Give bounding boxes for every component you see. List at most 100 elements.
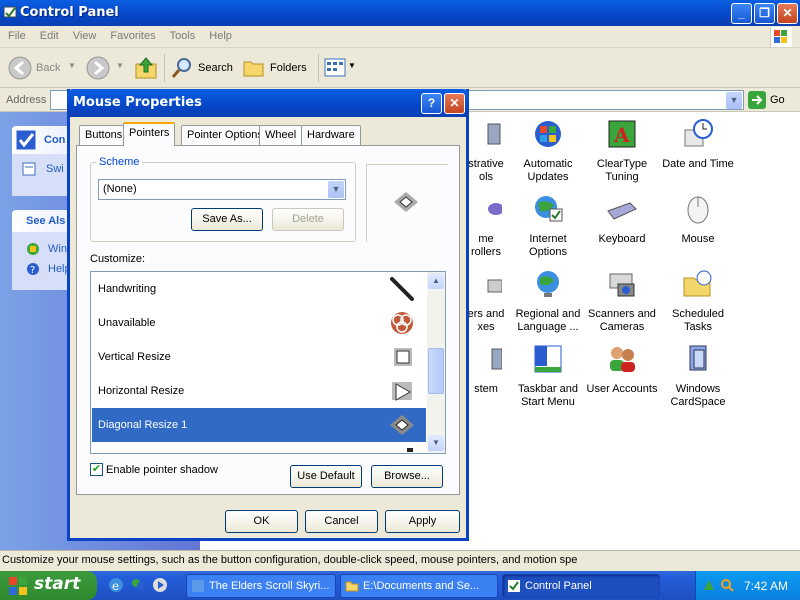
date-time-item[interactable]: Date and Time	[658, 118, 738, 171]
switch-view-link[interactable]: Swi	[46, 163, 64, 175]
tray-network-icon[interactable]	[702, 578, 716, 592]
automatic-updates-item[interactable]: Automatic Updates	[508, 118, 588, 184]
svg-text:?: ?	[30, 265, 35, 276]
use-default-button[interactable]: Use Default	[290, 465, 362, 488]
tab-pointers[interactable]: Pointers	[123, 122, 176, 146]
tray-search-icon[interactable]	[720, 578, 734, 592]
windows-update-link[interactable]: Win	[48, 243, 67, 255]
maximize-button[interactable]: ❐	[754, 3, 775, 24]
menu-edit[interactable]: Edit	[32, 26, 65, 42]
scroll-up-icon[interactable]: ▲	[428, 273, 444, 289]
status-bar: Customize your mouse settings, such as t…	[0, 550, 800, 571]
views-button[interactable]: ▼	[324, 58, 356, 78]
menu-tools[interactable]: Tools	[162, 26, 202, 42]
pointer-row-handwriting[interactable]: Handwriting	[92, 272, 426, 306]
pointer-row-horizontal-resize[interactable]: Horizontal Resize	[92, 374, 426, 408]
pointer-row-vertical-resize[interactable]: Vertical Resize	[92, 340, 426, 374]
scheduled-tasks-item[interactable]: Scheduled Tasks	[658, 268, 738, 334]
automatic-updates-icon	[535, 121, 561, 147]
forward-dropdown-icon[interactable]: ▼	[116, 61, 124, 70]
admin-tools-icon	[487, 123, 501, 145]
pointer-list[interactable]: Handwriting Unavailable Vertical Resize …	[90, 271, 446, 454]
media-player-quicklaunch-icon[interactable]	[152, 577, 168, 593]
taskbar-start-menu-item[interactable]: Taskbar and Start Menu	[508, 343, 588, 409]
cleartype-tuning-item[interactable]: A ClearType Tuning	[582, 118, 662, 184]
regional-language-item[interactable]: Regional and Language ...	[508, 268, 588, 334]
status-text: Customize your mouse settings, such as t…	[2, 554, 578, 566]
scroll-thumb[interactable]	[428, 348, 444, 394]
menu-file[interactable]: File	[0, 26, 32, 42]
browse-button[interactable]: Browse...	[371, 465, 443, 488]
tab-pointer-options-label: Pointer Options	[187, 129, 263, 141]
windows-update-icon	[27, 243, 39, 255]
cancel-button[interactable]: Cancel	[305, 510, 378, 533]
messenger-quicklaunch-icon[interactable]	[130, 577, 146, 593]
close-button[interactable]: ✕	[777, 3, 798, 24]
mouse-label: Mouse	[681, 233, 715, 245]
scanners-cameras-item[interactable]: Scanners and Cameras	[582, 268, 662, 334]
keyboard-icon	[607, 202, 637, 220]
task-skyrim[interactable]: The Elders Scroll Skyri...	[186, 574, 336, 598]
start-windows-logo-icon	[9, 577, 27, 595]
user-accounts-item[interactable]: User Accounts	[582, 343, 662, 396]
back-arrow-icon	[8, 56, 32, 80]
scroll-down-icon[interactable]: ▼	[428, 435, 444, 451]
pointer-name: Diagonal Resize 1	[98, 419, 188, 431]
control-panel-checkmark-icon	[15, 129, 37, 151]
tab-hardware[interactable]: Hardware	[301, 125, 361, 145]
pointer-name: Unavailable	[98, 317, 156, 329]
windows-cardspace-item[interactable]: Windows CardSpace	[658, 343, 738, 409]
menu-favorites[interactable]: Favorites	[102, 26, 161, 42]
task-documents[interactable]: E:\Documents and Se...	[340, 574, 498, 598]
menu-help[interactable]: Help	[201, 26, 238, 42]
tab-pointer-options[interactable]: Pointer Options	[181, 125, 269, 145]
menu-view[interactable]: View	[65, 26, 103, 42]
minimize-button[interactable]: _	[731, 3, 752, 24]
folders-button[interactable]: Folders	[242, 56, 314, 80]
user-accounts-label: User Accounts	[586, 383, 658, 395]
scheme-value: (None)	[103, 183, 137, 195]
search-button[interactable]: Search	[170, 56, 236, 80]
game-controller-icon	[488, 203, 504, 215]
apply-button[interactable]: Apply	[385, 510, 460, 533]
start-label: start	[34, 574, 81, 594]
pointer-shadow-checkbox[interactable]: ✔	[90, 463, 103, 476]
pointer-row-unavailable[interactable]: Unavailable	[92, 306, 426, 340]
internet-options-item[interactable]: Internet Options	[508, 193, 588, 259]
tab-buttons[interactable]: Buttons	[79, 125, 129, 145]
back-dropdown-icon[interactable]: ▼	[68, 61, 76, 70]
skyrim-task-icon	[192, 580, 204, 592]
delete-button[interactable]: Delete	[272, 208, 344, 231]
forward-button[interactable]: ▼	[86, 56, 126, 80]
views-dropdown-icon: ▼	[348, 61, 356, 70]
back-button[interactable]: Back ▼	[8, 56, 83, 80]
search-icon	[171, 58, 191, 78]
globe-icon	[537, 271, 559, 297]
scheme-dropdown-icon[interactable]: ▼	[328, 181, 344, 198]
dialog-help-button[interactable]: ?	[421, 93, 442, 114]
save-as-button[interactable]: Save As...	[191, 208, 263, 231]
mouse-item[interactable]: Mouse	[658, 193, 738, 246]
ie-quicklaunch-icon[interactable]: e	[108, 577, 124, 593]
address-label: Address	[6, 94, 47, 106]
keyboard-item[interactable]: Keyboard	[582, 193, 662, 246]
clock-icon	[684, 119, 713, 147]
up-folder-icon[interactable]	[134, 56, 160, 80]
scanners-cameras-label: Scanners and Cameras	[588, 308, 656, 333]
start-button[interactable]: start	[0, 571, 97, 600]
go-button[interactable]: Go	[748, 90, 796, 110]
ok-button[interactable]: OK	[225, 510, 298, 533]
address-dropdown-icon[interactable]: ▼	[726, 92, 742, 109]
pointer-list-scrollbar[interactable]: ▲ ▼	[427, 272, 445, 453]
pointer-row-diagonal-resize-1[interactable]: Diagonal Resize 1	[92, 408, 426, 442]
tab-wheel[interactable]: Wheel	[259, 125, 303, 145]
scheme-select[interactable]: (None) ▼	[98, 179, 346, 200]
tab-hardware-label: Hardware	[307, 129, 355, 141]
use-default-label: Use Default	[297, 470, 355, 482]
tab-wheel-label: Wheel	[265, 129, 297, 141]
dialog-close-button[interactable]: ✕	[444, 93, 465, 114]
vertical-resize-pointer-icon	[394, 348, 412, 366]
task-control-panel[interactable]: Control Panel	[502, 574, 660, 598]
automatic-updates-label: Automatic Updates	[523, 158, 573, 183]
dialog-title: Mouse Properties	[73, 95, 202, 110]
